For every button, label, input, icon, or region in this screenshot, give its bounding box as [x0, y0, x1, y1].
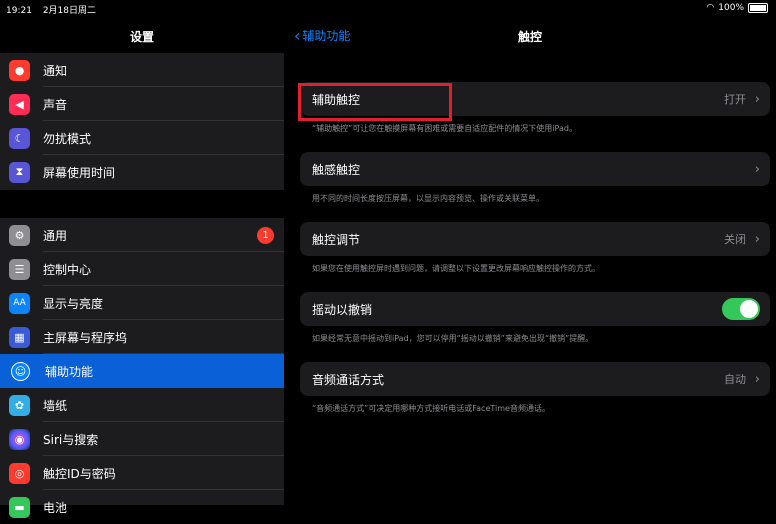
sidebar-item-label: 辅助功能 — [45, 364, 94, 379]
siri-icon: ◉ — [9, 428, 30, 450]
annotation-highlight-box — [298, 83, 452, 121]
row-label: 触感触控 — [312, 162, 361, 177]
wifi-icon: ◠ — [706, 3, 715, 13]
sidebar-item-label: 屏幕使用时间 — [43, 165, 116, 180]
detail-pane: ‹ 辅助功能 触控 辅助触控 打开 › “辅助触控”可让您在触摸屏幕有困难或需要… — [284, 0, 776, 505]
row-value: 自动 — [724, 373, 746, 386]
row-value: 关闭 — [724, 233, 746, 246]
page-title: 触控 — [517, 30, 542, 44]
row-footer: 如果经常无意中摇动到iPad，您可以停用“摇动以撤销”来避免出现“撤销”提醒。 — [312, 334, 594, 343]
bell-icon: ● — [9, 59, 30, 81]
row-footer: 如果您在使用触控屏时遇到问题，请调整以下设置更改屏幕响应触控操作的方式。 — [312, 264, 600, 273]
hourglass-icon: ⧗ — [9, 161, 30, 183]
battery-icon: ▬ — [9, 496, 30, 518]
sidebar-item-battery[interactable]: ▬ 电池 — [0, 490, 284, 524]
shake-to-undo-toggle[interactable] — [722, 298, 760, 320]
sidebar-item-general[interactable]: ⚙ 通用 1 — [0, 218, 284, 252]
text-size-icon: AA — [9, 292, 30, 314]
sidebar-item-siri-search[interactable]: ◉ Siri与搜索 — [0, 422, 284, 456]
sidebar-item-sounds[interactable]: ◀ 声音 — [0, 87, 284, 121]
sidebar-item-label: Siri与搜索 — [43, 432, 99, 447]
sidebar-item-control-center[interactable]: ☰ 控制中心 — [0, 252, 284, 286]
sidebar: 设置 ● 通知 ◀ 声音 ☾ 勿扰模式 ⧗ 屏幕使用时间 ⚙ 通用 1 ☰ 控制… — [0, 0, 284, 518]
sidebar-group-1: ● 通知 ◀ 声音 ☾ 勿扰模式 ⧗ 屏幕使用时间 — [0, 53, 284, 190]
chevron-right-icon: › — [754, 91, 760, 107]
row-footer: 用不同的时间长度按压屏幕，以显示内容预览、操作或关联菜单。 — [312, 194, 544, 203]
sidebar-item-do-not-disturb[interactable]: ☾ 勿扰模式 — [0, 121, 284, 155]
row-haptic-touch[interactable]: 触感触控 › — [300, 152, 770, 186]
sidebar-item-wallpaper[interactable]: ✿ 墙纸 — [0, 388, 284, 422]
sidebar-item-touch-id-passcode[interactable]: ◎ 触控ID与密码 — [0, 456, 284, 490]
chevron-right-icon: › — [754, 161, 760, 177]
chevron-right-icon: › — [754, 371, 760, 387]
flower-icon: ✿ — [9, 394, 30, 416]
row-footer: “辅助触控”可让您在触摸屏幕有困难或需要自适应配件的情况下使用iPad。 — [312, 124, 577, 133]
sidebar-item-label: 墙纸 — [43, 398, 68, 413]
switches-icon: ☰ — [9, 258, 30, 280]
row-label: 音频通话方式 — [312, 372, 385, 387]
battery-percent: 100% — [718, 3, 744, 13]
grid-icon: ▦ — [9, 326, 30, 348]
row-shake-to-undo: 摇动以撤销 — [300, 292, 770, 326]
sidebar-group-2: ⚙ 通用 1 ☰ 控制中心 AA 显示与亮度 ▦ 主屏幕与程序坞 ☺ 辅助功能 … — [0, 218, 284, 518]
moon-icon: ☾ — [9, 127, 30, 149]
row-call-audio-routing[interactable]: 音频通话方式 自动 › — [300, 362, 770, 396]
row-label: 摇动以撤销 — [312, 302, 373, 317]
sidebar-item-display-brightness[interactable]: AA 显示与亮度 — [0, 286, 284, 320]
sidebar-title: 设置 — [129, 30, 154, 44]
chevron-right-icon: › — [754, 231, 760, 247]
sidebar-item-label: 电池 — [43, 500, 68, 515]
sidebar-item-home-screen-dock[interactable]: ▦ 主屏幕与程序坞 — [0, 320, 284, 354]
status-date: 2月18日周二 — [42, 6, 96, 16]
sidebar-item-label: 声音 — [43, 97, 68, 112]
status-bar: 19:21 2月18日周二 ◠ 100% — [0, 0, 776, 16]
sidebar-item-label: 触控ID与密码 — [43, 466, 116, 481]
sidebar-item-label: 通用 — [43, 228, 68, 243]
row-touch-accommodations[interactable]: 触控调节 关闭 › — [300, 222, 770, 256]
status-time: 19:21 — [6, 6, 32, 16]
sidebar-item-accessibility[interactable]: ☺ 辅助功能 — [0, 354, 284, 388]
speaker-icon: ◀ — [9, 93, 30, 115]
sidebar-item-label: 勿扰模式 — [43, 131, 92, 146]
sidebar-item-screen-time[interactable]: ⧗ 屏幕使用时间 — [0, 155, 284, 189]
row-value: 打开 — [724, 93, 746, 106]
battery-status-icon — [748, 3, 768, 13]
row-footer: “音频通话方式”可决定用哪种方式接听电话或FaceTime音频通话。 — [312, 404, 550, 413]
sidebar-item-label: 控制中心 — [43, 262, 92, 277]
sidebar-item-label: 主屏幕与程序坞 — [43, 330, 128, 345]
accessibility-icon: ☺ — [11, 361, 30, 381]
sidebar-item-notifications[interactable]: ● 通知 — [0, 53, 284, 87]
row-label: 触控调节 — [312, 232, 361, 247]
notification-badge: 1 — [257, 226, 274, 244]
sidebar-item-label: 显示与亮度 — [43, 296, 104, 311]
sidebar-item-label: 通知 — [43, 63, 68, 78]
gear-icon: ⚙ — [9, 224, 30, 246]
fingerprint-icon: ◎ — [9, 462, 30, 484]
